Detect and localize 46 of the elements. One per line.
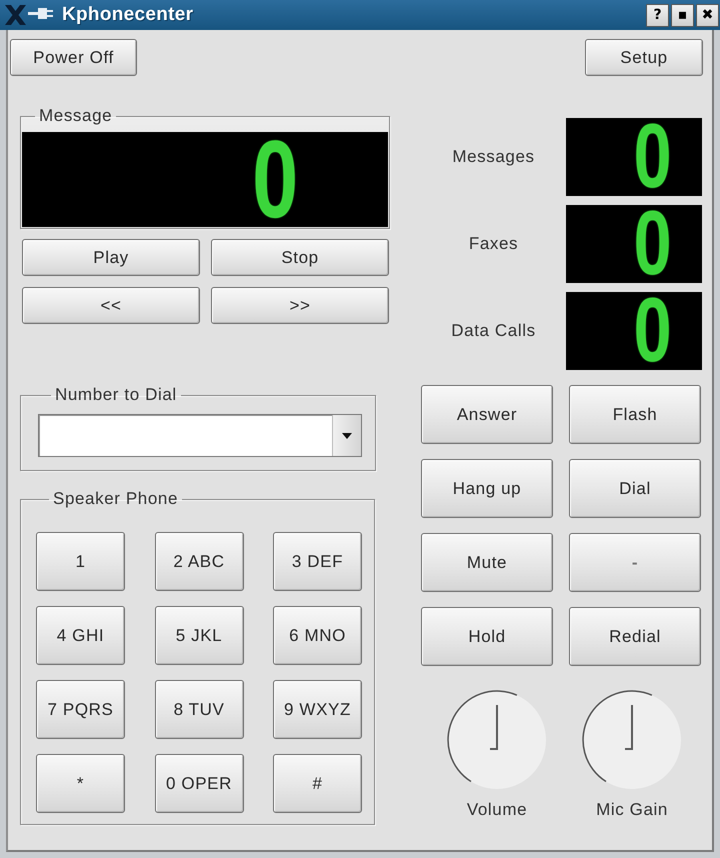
keypad-key[interactable]: 9 WXYZ: [273, 680, 362, 739]
counter-value: 0: [634, 208, 672, 280]
help-button[interactable]: ?: [646, 4, 669, 26]
dial-knob[interactable]: [445, 688, 549, 792]
setup-button[interactable]: Setup: [585, 39, 703, 76]
keypad-key[interactable]: 3 DEF: [273, 532, 362, 591]
keypad-key[interactable]: 7 PQRS: [36, 680, 125, 739]
knob-label: Volume: [466, 800, 528, 820]
message-count: 0: [252, 136, 298, 224]
counter-label: Messages: [452, 147, 535, 167]
dial-knob[interactable]: [580, 688, 684, 792]
counter-value: 0: [634, 121, 672, 193]
group-title: Number to Dial: [54, 386, 178, 404]
call-button[interactable]: Answer: [421, 385, 553, 444]
call-button[interactable]: Hold: [421, 607, 553, 666]
counter-label: Data Calls: [451, 321, 536, 341]
counter-value: 0: [634, 295, 672, 367]
call-button[interactable]: Redial: [569, 607, 701, 666]
rewind-button[interactable]: <<: [22, 287, 200, 324]
call-button[interactable]: Dial: [569, 459, 701, 518]
window-title: Kphonecenter: [62, 4, 194, 26]
keypad-key[interactable]: 1: [36, 532, 125, 591]
keypad-key[interactable]: 0 OPER: [154, 754, 244, 813]
keypad-key[interactable]: 8 TUV: [154, 680, 244, 739]
call-button[interactable]: Mute: [421, 533, 553, 592]
call-button[interactable]: Hang up: [421, 459, 553, 518]
power-off-button[interactable]: Power Off: [10, 39, 137, 76]
dropdown-button[interactable]: [332, 415, 361, 456]
close-button[interactable]: ✖: [696, 4, 719, 26]
number-field[interactable]: [38, 414, 362, 457]
stop-button[interactable]: Stop: [211, 239, 389, 276]
call-button[interactable]: Flash: [569, 385, 701, 444]
keypad-key[interactable]: 6 MNO: [273, 606, 362, 665]
keypad-key[interactable]: #: [273, 754, 362, 813]
play-button[interactable]: Play: [22, 239, 200, 276]
caret-icon: [342, 432, 352, 438]
keypad-key[interactable]: *: [36, 754, 125, 813]
window-button[interactable]: ▪: [671, 4, 694, 26]
forward-button[interactable]: >>: [211, 287, 389, 324]
keypad-key[interactable]: 5 JKL: [154, 606, 244, 665]
counter-label: Faxes: [468, 234, 518, 254]
knob-label: Mic Gain: [596, 800, 668, 820]
group-title: Speaker Phone: [52, 490, 179, 508]
group-title: Message: [38, 107, 114, 125]
keypad-key[interactable]: 2 ABC: [154, 532, 244, 591]
keypad-key[interactable]: 4 GHI: [36, 606, 125, 665]
